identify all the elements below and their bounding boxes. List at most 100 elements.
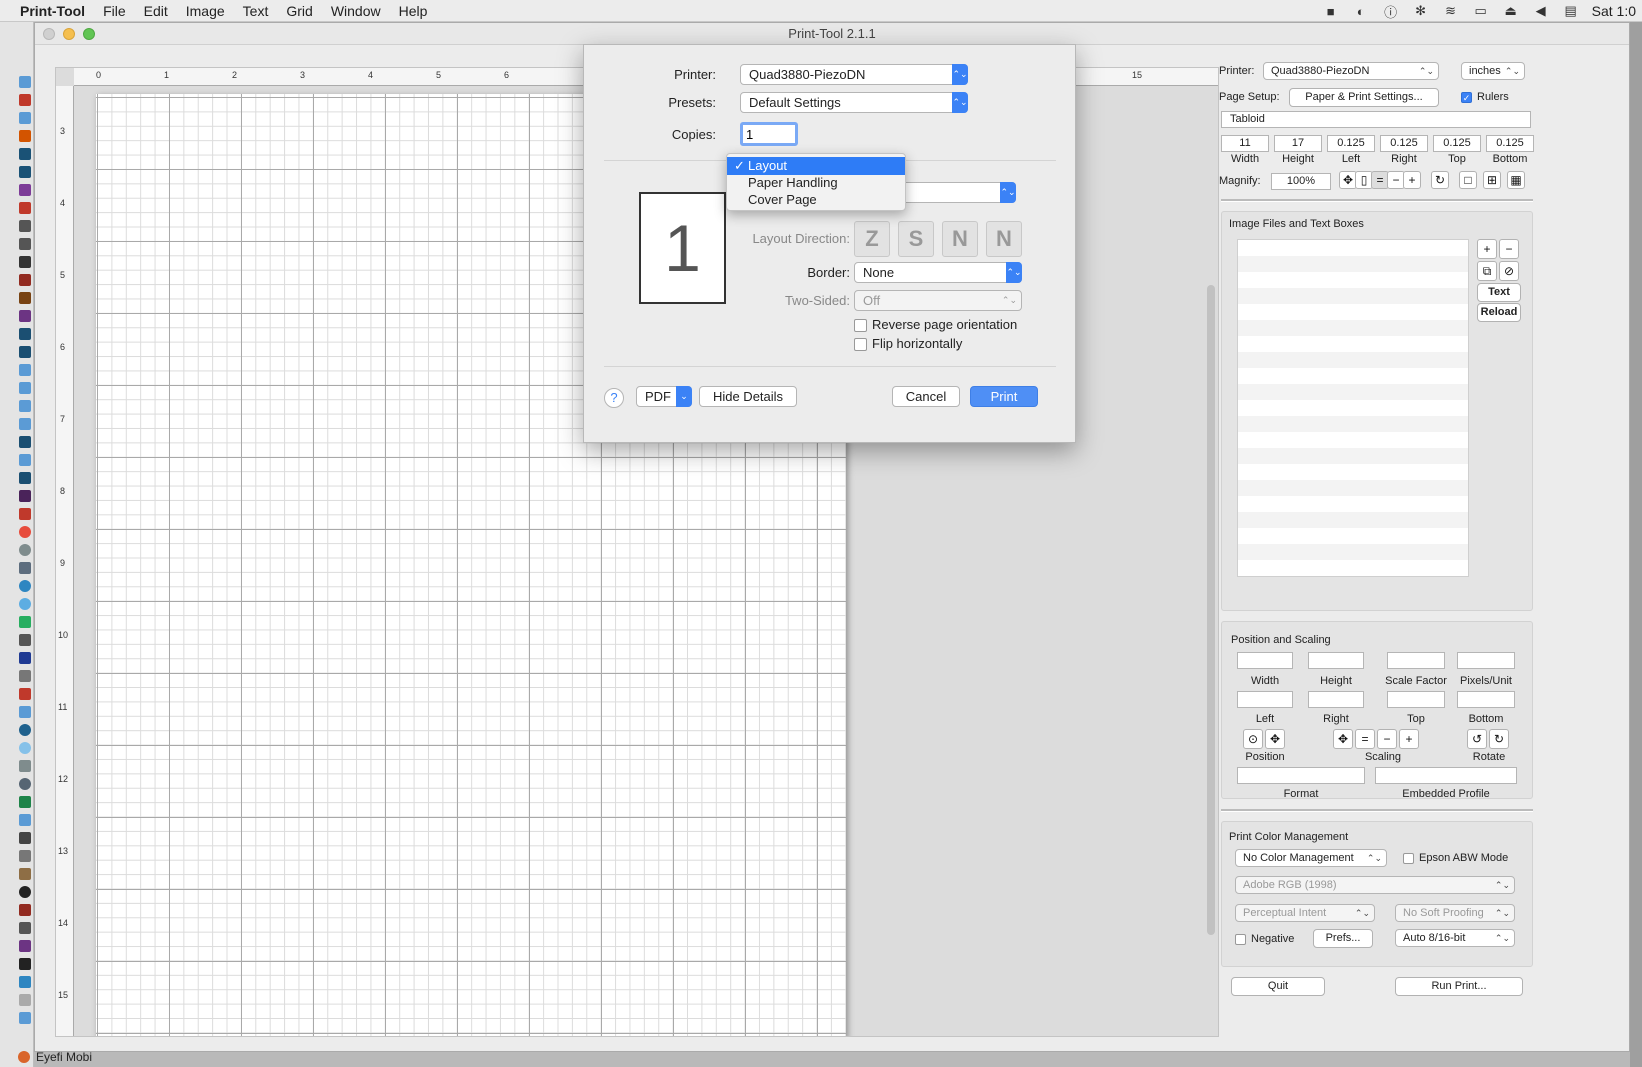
menu-edit[interactable]: Edit	[144, 3, 168, 19]
app-icon[interactable]	[19, 796, 31, 808]
audition-icon[interactable]	[19, 148, 31, 160]
calendar-icon[interactable]	[19, 688, 31, 700]
app-icon[interactable]	[19, 508, 31, 520]
volume-icon[interactable]: ◀	[1532, 3, 1550, 19]
app-icon[interactable]	[19, 634, 31, 646]
margin-right-field[interactable]: 0.125	[1380, 135, 1428, 152]
bridge-icon[interactable]	[19, 184, 31, 196]
reverse-orientation-checkbox[interactable]	[854, 319, 867, 332]
hide-details-button[interactable]: Hide Details	[699, 386, 797, 407]
folder-icon[interactable]	[19, 1012, 31, 1024]
app-icon[interactable]	[19, 994, 31, 1006]
presets-select[interactable]: Default Settings ⌃⌄	[740, 92, 968, 113]
add-image-button[interactable]: +	[1477, 239, 1497, 259]
app-icon[interactable]	[19, 922, 31, 934]
minimize-window-button[interactable]	[63, 28, 75, 40]
remove-image-button[interactable]: −	[1499, 239, 1519, 259]
menu-window[interactable]: Window	[331, 3, 381, 19]
help-button[interactable]: ?	[604, 388, 624, 408]
rulers-checkbox[interactable]: ✓	[1461, 92, 1472, 103]
epson-abw-checkbox[interactable]	[1403, 853, 1414, 864]
app-icon[interactable]	[19, 850, 31, 862]
menu-file[interactable]: File	[103, 3, 126, 19]
copies-input[interactable]	[740, 122, 798, 146]
app-icon[interactable]	[19, 526, 31, 538]
dropbox-icon[interactable]	[19, 976, 31, 988]
app-icon[interactable]	[19, 238, 31, 250]
margin-left-field[interactable]: 0.125	[1327, 135, 1375, 152]
zoom-window-button[interactable]	[83, 28, 95, 40]
paper-height-field[interactable]: 17	[1274, 135, 1322, 152]
image-right-field[interactable]	[1308, 691, 1364, 708]
refresh-icon[interactable]: ↻	[1431, 171, 1449, 189]
fit-scale-icon[interactable]: ✥	[1333, 729, 1353, 749]
app-icon[interactable]	[19, 724, 31, 736]
border-select[interactable]: None ⌃⌄	[854, 262, 1022, 283]
actual-scale-icon[interactable]: =	[1355, 729, 1375, 749]
profile-select[interactable]: Adobe RGB (1998) ⌃⌄	[1235, 876, 1515, 894]
eject-icon[interactable]: ⏏	[1502, 3, 1520, 19]
menu-text[interactable]: Text	[243, 3, 269, 19]
rotate-right-icon[interactable]: ↻	[1489, 729, 1509, 749]
app-icon[interactable]	[19, 940, 31, 952]
cancel-icon[interactable]: ⊘	[1499, 261, 1519, 281]
lightroom-icon[interactable]	[19, 328, 31, 340]
app-icon[interactable]	[19, 220, 31, 232]
wifi-icon[interactable]: ≋	[1442, 3, 1460, 19]
app-icon[interactable]	[19, 202, 31, 214]
image-bottom-field[interactable]	[1457, 691, 1515, 708]
alert-icon[interactable]: ⓘ	[1382, 3, 1400, 20]
zoom-in-icon[interactable]: +	[1403, 171, 1421, 189]
app-icon[interactable]	[19, 832, 31, 844]
grid-coarse-icon[interactable]: ⊞	[1483, 171, 1501, 189]
move-icon[interactable]: ✥	[1265, 729, 1285, 749]
app-icon[interactable]	[19, 670, 31, 682]
run-print-button[interactable]: Run Print...	[1395, 977, 1523, 996]
app-icon[interactable]	[19, 256, 31, 268]
close-window-button[interactable]	[43, 28, 55, 40]
app-icon[interactable]	[19, 868, 31, 880]
intent-select[interactable]: Perceptual Intent ⌃⌄	[1235, 904, 1375, 922]
image-file-list[interactable]	[1237, 239, 1469, 577]
sync-icon[interactable]: ◐	[1352, 3, 1370, 19]
folder-icon[interactable]	[19, 814, 31, 826]
app-icon[interactable]	[19, 598, 31, 610]
app-menu[interactable]: Print-Tool	[20, 3, 85, 19]
scale-factor-field[interactable]	[1387, 652, 1445, 669]
canvas-scrollbar[interactable]	[1207, 285, 1215, 935]
app-icon[interactable]	[19, 958, 31, 970]
image-width-field[interactable]	[1237, 652, 1293, 669]
illustrator-icon[interactable]	[19, 292, 31, 304]
menu-item-layout[interactable]: ✓ Layout	[727, 157, 905, 175]
image-left-field[interactable]	[1237, 691, 1293, 708]
center-icon[interactable]: ⊙	[1243, 729, 1263, 749]
premiere-icon[interactable]	[19, 490, 31, 502]
bluetooth-icon[interactable]: ✻	[1412, 3, 1430, 19]
indesign-icon[interactable]	[19, 310, 31, 322]
grid-none-icon[interactable]: □	[1459, 171, 1477, 189]
folder-icon[interactable]	[19, 112, 31, 124]
acrobat-icon[interactable]	[19, 94, 31, 106]
app-icon[interactable]	[19, 544, 31, 556]
app-icon[interactable]	[19, 130, 31, 142]
menu-item-paper-handling[interactable]: Paper Handling	[727, 174, 905, 192]
quit-button[interactable]: Quit	[1231, 977, 1325, 996]
prefs-button[interactable]: Prefs...	[1313, 929, 1373, 948]
margin-top-field[interactable]: 0.125	[1433, 135, 1481, 152]
folder-icon[interactable]	[19, 418, 31, 430]
duplicate-icon[interactable]: ⧉	[1477, 261, 1497, 281]
photoshop-icon[interactable]	[19, 436, 31, 448]
image-height-field[interactable]	[1308, 652, 1364, 669]
dialog-printer-select[interactable]: Quad3880-PiezoDN ⌃⌄	[740, 64, 968, 85]
scale-down-icon[interactable]: −	[1377, 729, 1397, 749]
app-icon[interactable]	[19, 904, 31, 916]
folder-icon[interactable]	[19, 382, 31, 394]
magnify-field[interactable]: 100%	[1271, 173, 1331, 190]
menu-help[interactable]: Help	[399, 3, 428, 19]
direction-n-reverse-icon[interactable]: N	[942, 221, 978, 257]
app-icon[interactable]	[19, 778, 31, 790]
app-icon[interactable]	[19, 274, 31, 286]
menu-image[interactable]: Image	[186, 3, 225, 19]
grid-fine-icon[interactable]: ▦	[1507, 171, 1525, 189]
menu-item-cover-page[interactable]: Cover Page	[727, 191, 905, 209]
